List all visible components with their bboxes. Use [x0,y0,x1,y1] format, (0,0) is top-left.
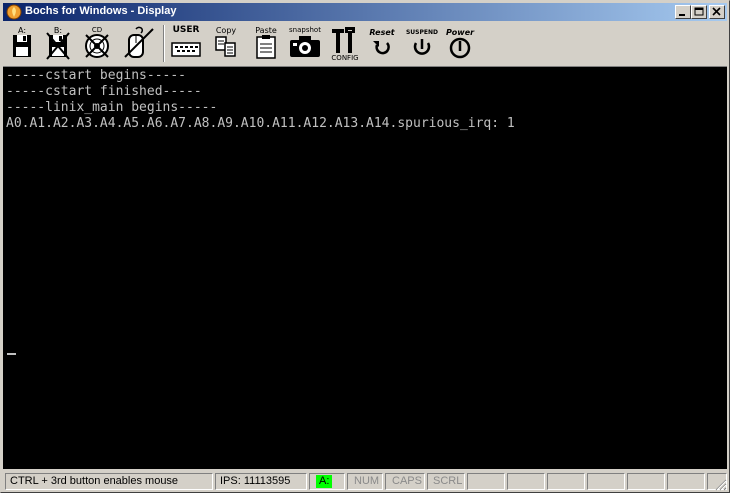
suspend-icon [413,39,431,55]
minimize-icon [679,14,685,16]
floppy-b-button[interactable]: B: [43,23,73,64]
status-panel-empty [627,473,665,490]
maximize-button[interactable] [691,5,707,19]
text-cursor [7,353,16,355]
scroll-lock-panel: SCRL [427,473,465,490]
suspend-button[interactable]: SUSPEND [405,23,439,64]
user-keys-button[interactable]: USER [169,23,203,64]
reset-button[interactable]: Reset [367,23,397,64]
status-panel-empty [667,473,705,490]
paste-button[interactable]: Paste [251,23,281,64]
config-button[interactable]: CONFIG [329,23,361,64]
vga-display[interactable]: -----cstart begins----- -----cstart fini… [3,67,727,469]
copy-button[interactable]: Copy [211,23,241,64]
drive-a-led-panel: A: [309,473,345,490]
caps-lock-panel: CAPS [385,473,425,490]
mouse-hint-panel: CTRL + 3rd button enables mouse [5,473,213,490]
status-panel-empty [547,473,585,490]
minimize-button[interactable] [675,5,691,19]
status-bar: CTRL + 3rd button enables mouse IPS: 111… [3,471,727,491]
status-panel-empty [507,473,545,490]
resize-grip-icon[interactable] [713,477,727,491]
floppy-disk-icon [46,32,70,60]
floppy-disk-icon [13,35,31,57]
mouse-toggle-button[interactable] [121,23,157,64]
power-icon [449,37,471,59]
keyboard-icon [171,42,201,57]
ips-panel: IPS: 11113595 [215,473,307,490]
status-panel-empty [587,473,625,490]
maximize-icon [694,7,704,16]
drive-a-led: A: [316,475,333,488]
window-title: Bochs for Windows - Display [25,5,177,17]
cdrom-button[interactable]: CD [81,23,113,64]
num-lock-panel: NUM [347,473,383,490]
floppy-a-button[interactable]: A: [7,23,37,64]
power-button[interactable]: Power [443,23,477,64]
bochs-window: Bochs for Windows - Display A: B: CD USE… [0,0,730,493]
copy-icon [215,36,236,57]
config-label: CONFIG [331,54,359,62]
toolbar: A: B: CD USER Copy Paste snapshot CONFIG… [3,22,727,67]
close-button[interactable] [709,5,725,19]
toolbar-separator [163,25,165,62]
console-line: A0.A1.A2.A3.A4.A5.A6.A7.A8.A9.A10.A11.A1… [6,116,515,131]
reset-icon [373,41,390,55]
bochs-app-icon[interactable] [6,4,22,20]
mouse-icon [124,26,154,58]
console-line: -----linix_main begins----- [6,100,218,115]
title-bar[interactable]: Bochs for Windows - Display [3,3,727,21]
cdrom-icon [85,34,109,58]
status-panel-empty [467,473,505,490]
close-icon [712,7,721,16]
camera-icon [290,36,320,57]
snapshot-button[interactable]: snapshot [287,23,323,64]
paste-icon [256,35,276,59]
console-line: -----cstart finished----- [6,84,202,99]
console-line: -----cstart begins----- [6,68,187,83]
